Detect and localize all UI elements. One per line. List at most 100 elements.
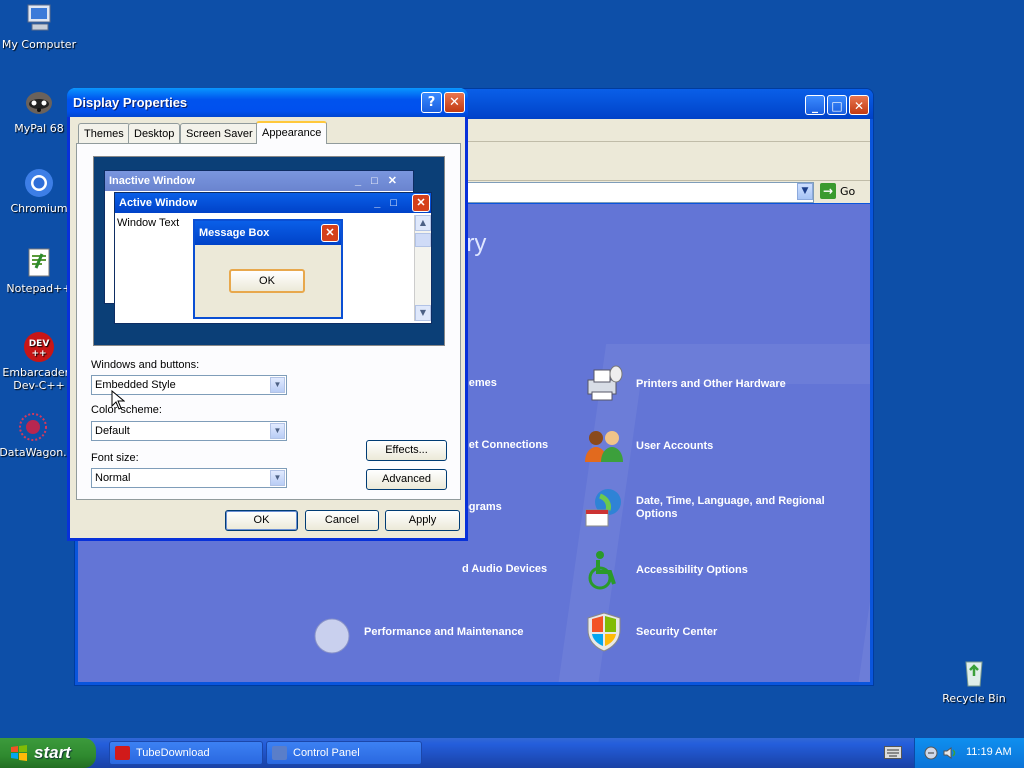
go-arrow-icon: → [820,183,836,199]
category-label: Date, Time, Language, and Regional Option… [636,495,825,521]
chevron-down-icon: ▼ [270,470,285,486]
go-button[interactable]: → Go [820,183,855,199]
window-text-sample: Window Text [117,217,180,229]
desktop-icon-label: My Computer [1,38,77,51]
printer-icon [582,362,626,406]
close-button[interactable]: ✕ [849,95,869,115]
preview-active-title: Active Window _□ ✕ [115,193,431,213]
color-scheme-label: Color scheme: [91,404,162,416]
taskbar-item-tubedownload[interactable]: TubeDownload [109,741,263,765]
desktop-icon-datawagon[interactable]: DataWagon. [0,410,73,459]
help-button[interactable]: ? [421,92,442,113]
close-icon: ✕ [321,224,339,242]
svg-text:DEV: DEV [29,339,50,349]
category-label-line1: Date, Time, Language, and Regional [636,495,825,507]
category-audio[interactable]: d Audio Devices [462,563,547,576]
desktop-icon-recycle-bin[interactable]: Recycle Bin [934,656,1014,705]
color-scheme-value: Default [95,425,130,437]
keyboard-icon[interactable] [884,746,902,759]
maximize-button[interactable]: □ [827,95,847,115]
category-user-accounts[interactable]: User Accounts [582,424,713,468]
datawagon-icon [16,410,50,444]
chromium-icon [22,166,56,200]
mouse-cursor-icon [111,390,125,410]
category-label: Printers and Other Hardware [636,377,786,390]
clock[interactable]: 11:19 AM [966,746,1012,758]
category-label: Security Center [636,625,718,638]
font-size-value: Normal [95,472,131,484]
shield-icon [582,610,626,654]
advanced-button[interactable]: Advanced [366,469,447,490]
font-size-label: Font size: [91,452,139,464]
taskbar: start TubeDownload Control Panel 11:19 A… [0,738,1024,768]
address-dropdown-button[interactable]: ▼ [797,183,813,200]
appearance-preview: Inactive Window _□✕ Active Window _□ ✕ W… [93,156,445,346]
preview-inactive-title: Inactive Window _□✕ [105,171,413,191]
taskbar-item-label: TubeDownload [136,747,210,759]
taskbar-item-control-panel[interactable]: Control Panel [266,741,422,765]
category-label: Accessibility Options [636,563,748,576]
category-accessibility[interactable]: Accessibility Options [582,548,748,592]
close-icon: ✕ [412,194,430,212]
category-label: d Audio Devices [462,563,548,575]
category-date-time-language[interactable]: Date, Time, Language, and Regional Option… [582,486,825,530]
message-box-ok-button: OK [229,269,305,293]
dialog-titlebar[interactable]: Display Properties ? ✕ [67,88,468,117]
category-network[interactable]: net Connections [462,439,548,452]
svg-text:++: ++ [31,349,46,359]
system-tray: 11:19 AM [914,738,1024,768]
mypal-raccoon-icon [22,86,56,120]
chevron-down-icon: ▼ [270,423,285,439]
desktop-icon-my-computer[interactable]: My Computer [0,2,79,51]
preview-window-controls: _□ [374,197,407,209]
category-label: net Connections [462,439,549,451]
desktop-icon-label: DataWagon. [0,446,67,459]
preview-message-box: Message Box ✕ OK [193,219,343,319]
start-button[interactable]: start [0,738,96,768]
close-button[interactable]: ✕ [444,92,465,113]
windows-buttons-label: Windows and buttons: [91,359,200,371]
effects-button[interactable]: Effects... [366,440,447,461]
volume-icon[interactable] [942,745,958,761]
cancel-button[interactable]: Cancel [305,510,379,531]
tab-screen-saver[interactable]: Screen Saver [180,123,259,143]
devcpp-icon: DEV ++ [22,330,56,364]
chevron-down-icon: ▼ [270,377,285,393]
recycle-bin-icon [957,656,991,690]
preview-window-controls: _□✕ [355,175,407,187]
notepadpp-icon [22,246,56,280]
tab-desktop[interactable]: Desktop [128,123,181,143]
scroll-down-arrow-icon: ▼ [415,305,431,321]
category-security-center[interactable]: Security Center [582,610,717,654]
category-performance[interactable]: Performance and Maintenance [310,610,524,654]
font-size-select[interactable]: Normal ▼ [91,468,287,488]
start-label: start [34,743,71,762]
tubedownload-icon [115,746,130,760]
message-box-title: Message Box ✕ [195,221,341,245]
ok-button[interactable]: OK [225,510,298,531]
scroll-up-arrow-icon: ▲ [415,215,431,231]
active-title-text: Active Window [119,197,198,209]
globe-calendar-icon [582,486,626,530]
display-properties-dialog: Display Properties ? ✕ Themes Desktop Sc… [67,88,468,541]
tab-themes[interactable]: Themes [78,123,130,143]
accessibility-icon [582,548,626,592]
windows-buttons-value: Embedded Style [95,379,176,391]
go-label: Go [840,184,856,198]
minimize-button[interactable]: _ [805,95,825,115]
taskbar-item-label: Control Panel [293,747,360,759]
network-status-icon[interactable] [923,745,939,761]
users-icon [582,424,626,468]
category-printers[interactable]: Printers and Other Hardware [582,362,786,406]
desktop-icon-label: Recycle Bin [942,692,1006,705]
apply-button[interactable]: Apply [385,510,460,531]
category-label: Performance and Maintenance [364,625,524,638]
computer-icon [22,2,56,36]
color-scheme-select[interactable]: Default ▼ [91,421,287,441]
scroll-thumb [415,233,431,247]
control-panel-window-controls: _ □ ✕ [805,95,869,115]
category-label-line2: Options [636,508,678,520]
preview-scrollbar: ▲ ▼ [414,215,431,321]
tab-appearance[interactable]: Appearance [256,121,328,144]
desktop: My Computer MyPal 68 Chromium Notepad++ … [0,0,1024,738]
